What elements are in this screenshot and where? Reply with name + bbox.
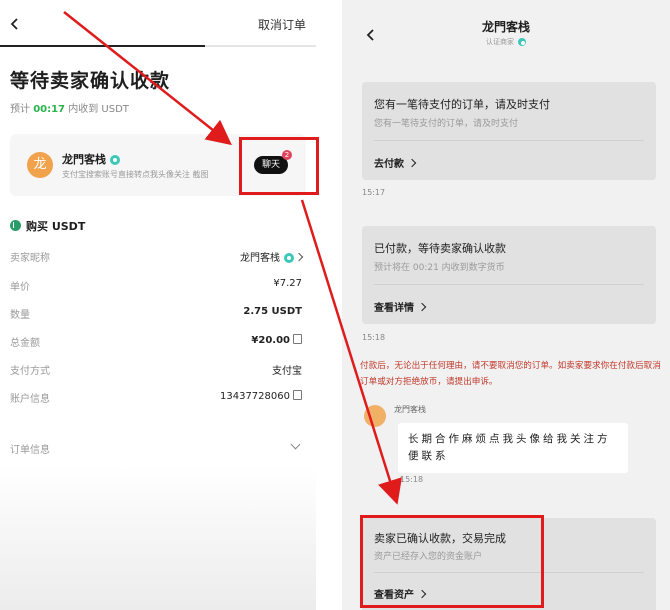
highlight-complete-card [360,515,544,608]
highlight-chat-button [239,137,319,195]
annotation-arrow-chat [63,11,232,146]
annotation-arrows [63,11,402,505]
annotation-arrow-complete [300,199,402,505]
